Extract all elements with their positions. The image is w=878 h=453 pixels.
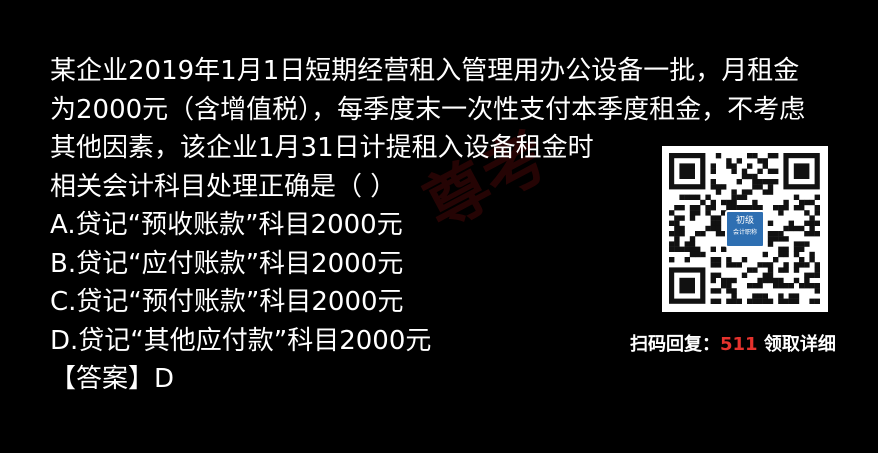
scan-caption: 扫码回复：511 领取详细: [630, 330, 870, 356]
qr-badge-line2: 会计职称: [732, 229, 757, 236]
qr-code[interactable]: 初级 会计职称: [662, 146, 828, 312]
scan-caption-suffix: 领取详细: [757, 334, 836, 355]
question-line-1: 某企业2019年1月1日短期经营租入管理用办公设备一批，月租金: [50, 56, 800, 86]
scan-caption-prefix: 扫码回复：: [630, 334, 720, 355]
answer-text: 【答案】D: [50, 364, 175, 394]
scan-caption-code: 511: [720, 334, 758, 355]
qr-badge-logo: 初级 会计职称: [725, 210, 765, 248]
question-line-2: 为2000元（含增值税），每季度末一次性支付本季度租金，不考虑: [50, 94, 806, 125]
qr-badge-line1: 初级: [735, 216, 754, 226]
